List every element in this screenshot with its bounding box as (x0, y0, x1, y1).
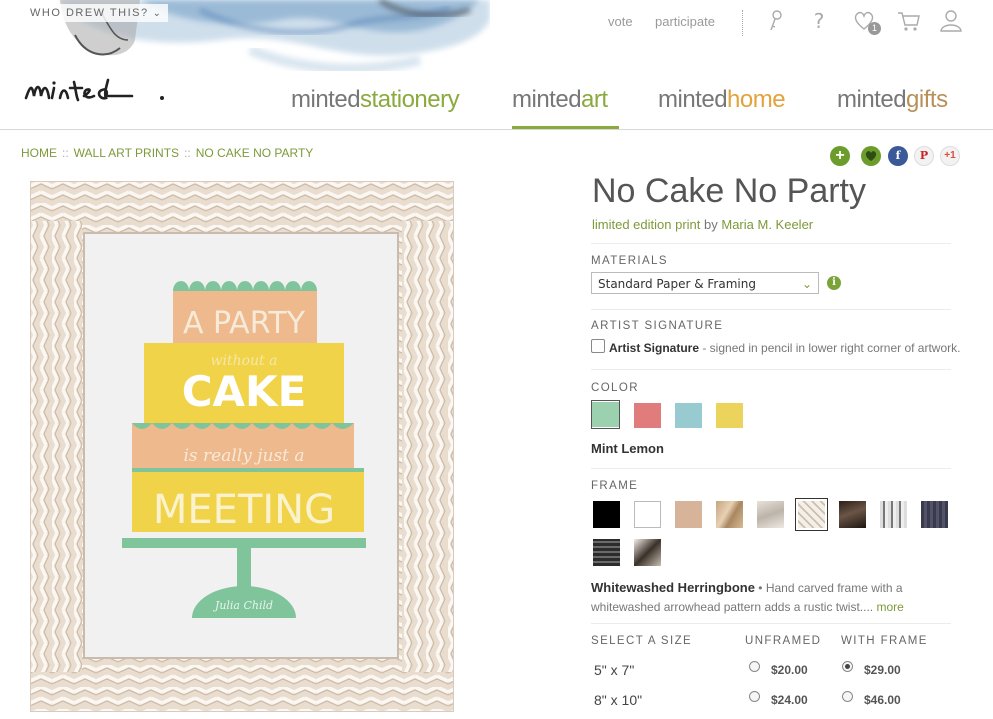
section-divider (591, 243, 951, 244)
breadcrumb-wall-art[interactable]: WALL ART PRINTS (74, 146, 179, 160)
add-icon[interactable]: + (830, 146, 850, 166)
brand-prefix: minted (291, 86, 361, 113)
materials-selected-value: Standard Paper & Framing (598, 277, 756, 291)
breadcrumb-separator: :: (184, 146, 191, 160)
frame-swatch-dark-wood[interactable] (839, 501, 866, 528)
size-8x10-framed-price: $46.00 (864, 693, 901, 707)
facebook-icon[interactable]: f (888, 146, 908, 166)
art-line-5: MEETING (153, 487, 335, 533)
frame-swatch-mixed-wood[interactable] (634, 539, 661, 566)
signature-option-desc: - signed in pencil in lower right corner… (699, 341, 961, 355)
section-divider (591, 468, 951, 469)
section-divider (591, 369, 951, 370)
nav-minted-gifts[interactable]: mintedgifts (837, 86, 948, 114)
who-drew-label: WHO DREW THIS? (30, 7, 149, 19)
art-line-4: is really just a (183, 446, 304, 466)
participate-link[interactable]: participate (655, 14, 715, 29)
selected-color-name: Mint Lemon (591, 441, 664, 456)
minted-logo[interactable] (22, 74, 172, 114)
vote-link[interactable]: vote (608, 14, 633, 29)
frame-more-link[interactable]: more (876, 600, 903, 614)
size-5x7-framed-price: $29.00 (864, 663, 901, 677)
frame-swatch-charcoal[interactable] (921, 501, 948, 528)
brand-suffix: art (581, 86, 608, 113)
brand-suffix: gifts (906, 86, 948, 113)
artist-signature-label: ARTIST SIGNATURE (591, 320, 724, 332)
size-8x10-framed-radio[interactable] (842, 691, 853, 702)
selected-frame-name: Whitewashed Herringbone (591, 580, 755, 595)
color-label: COLOR (591, 382, 639, 394)
frame-swatch-whitewashed-herringbone[interactable] (798, 501, 825, 528)
signature-option-title: Artist Signature (609, 341, 700, 355)
breadcrumb-separator: :: (62, 146, 69, 160)
with-frame-column-label: WITH FRAME (841, 635, 928, 647)
frame-swatch-natural[interactable] (675, 501, 702, 528)
svg-text:?: ? (814, 9, 825, 33)
chevron-down-icon: ⌄ (152, 8, 163, 19)
byline-by: by (704, 217, 718, 232)
who-drew-this-toggle[interactable]: WHO DREW THIS? ⌄ (24, 4, 169, 22)
user-icon[interactable] (938, 8, 964, 34)
frame-swatch-black-barnwood[interactable] (593, 539, 620, 566)
brand-prefix: minted (837, 86, 907, 113)
nav-minted-home[interactable]: mintedhome (658, 86, 786, 114)
brand-suffix: stationery (360, 86, 460, 113)
header-divider-line (0, 129, 993, 130)
frame-label: FRAME (591, 480, 639, 492)
nav-minted-art[interactable]: mintedart (512, 86, 608, 114)
frame-swatch-black[interactable] (593, 501, 620, 528)
brand-prefix: minted (512, 86, 582, 113)
product-byline: limited edition print by Maria M. Keeler (592, 217, 813, 232)
breadcrumb-current: NO CAKE NO PARTY (195, 146, 314, 160)
color-swatch-aqua[interactable] (675, 403, 702, 428)
section-divider (591, 623, 951, 624)
size-option-8x10: 8" x 10" (594, 692, 643, 708)
header-divider (742, 10, 743, 36)
size-5x7-framed-radio[interactable] (842, 661, 853, 672)
cart-icon[interactable] (896, 8, 922, 34)
breadcrumb: HOME:: WALL ART PRINTS:: NO CAKE NO PARTY (21, 146, 313, 160)
size-8x10-unframed-radio[interactable] (749, 691, 760, 702)
frame-swatch-distressed-white[interactable] (880, 501, 907, 528)
frame-swatch-white[interactable] (634, 501, 661, 528)
pinterest-icon[interactable]: P (914, 146, 934, 166)
help-icon[interactable]: ? (806, 8, 832, 34)
art-line-3: CAKE (182, 367, 307, 416)
google-plus-icon[interactable]: +1 (940, 146, 960, 166)
size-5x7-unframed-radio[interactable] (749, 661, 760, 672)
artist-link[interactable]: Maria M. Keeler (721, 217, 813, 232)
size-option-5x7: 5" x 7" (594, 662, 635, 678)
materials-select[interactable]: Standard Paper & Framing ⌄ (591, 272, 819, 294)
frame-description: Whitewashed Herringbone • Hand carved fr… (591, 578, 963, 617)
color-swatch-lemon[interactable] (716, 403, 743, 428)
color-swatch-mint[interactable] (592, 402, 619, 427)
art-line-1: A PARTY (183, 306, 306, 341)
color-swatch-coral[interactable] (634, 403, 661, 428)
info-icon[interactable]: i (827, 276, 841, 290)
product-artwork-image[interactable]: A PARTY without a CAKE is really just a … (30, 181, 454, 712)
key-icon[interactable] (762, 8, 788, 34)
brand-suffix: home (727, 86, 786, 113)
breadcrumb-home[interactable]: HOME (21, 146, 57, 160)
section-divider (591, 309, 951, 310)
favorites-count-badge: 1 (868, 22, 881, 35)
frame-swatch-wood[interactable] (716, 501, 743, 528)
chevron-down-icon: ⌄ (801, 277, 812, 291)
unframed-column-label: UNFRAMED (745, 635, 822, 647)
size-8x10-unframed-price: $24.00 (771, 693, 808, 707)
byline-prefix: limited edition print (592, 217, 701, 232)
artist-signature-option: Artist Signature - signed in pencil in l… (609, 341, 960, 355)
artist-signature-checkbox[interactable] (591, 339, 605, 353)
product-title: No Cake No Party (592, 172, 866, 210)
materials-label: MATERIALS (591, 255, 668, 267)
frame-swatch-driftwood[interactable] (757, 501, 784, 528)
brand-prefix: minted (658, 86, 728, 113)
favorite-icon[interactable] (861, 146, 881, 166)
select-size-label: SELECT A SIZE (591, 635, 693, 647)
size-5x7-unframed-price: $20.00 (771, 663, 808, 677)
nav-minted-stationery[interactable]: mintedstationery (291, 86, 460, 114)
art-line-6: Julia Child (213, 599, 273, 612)
